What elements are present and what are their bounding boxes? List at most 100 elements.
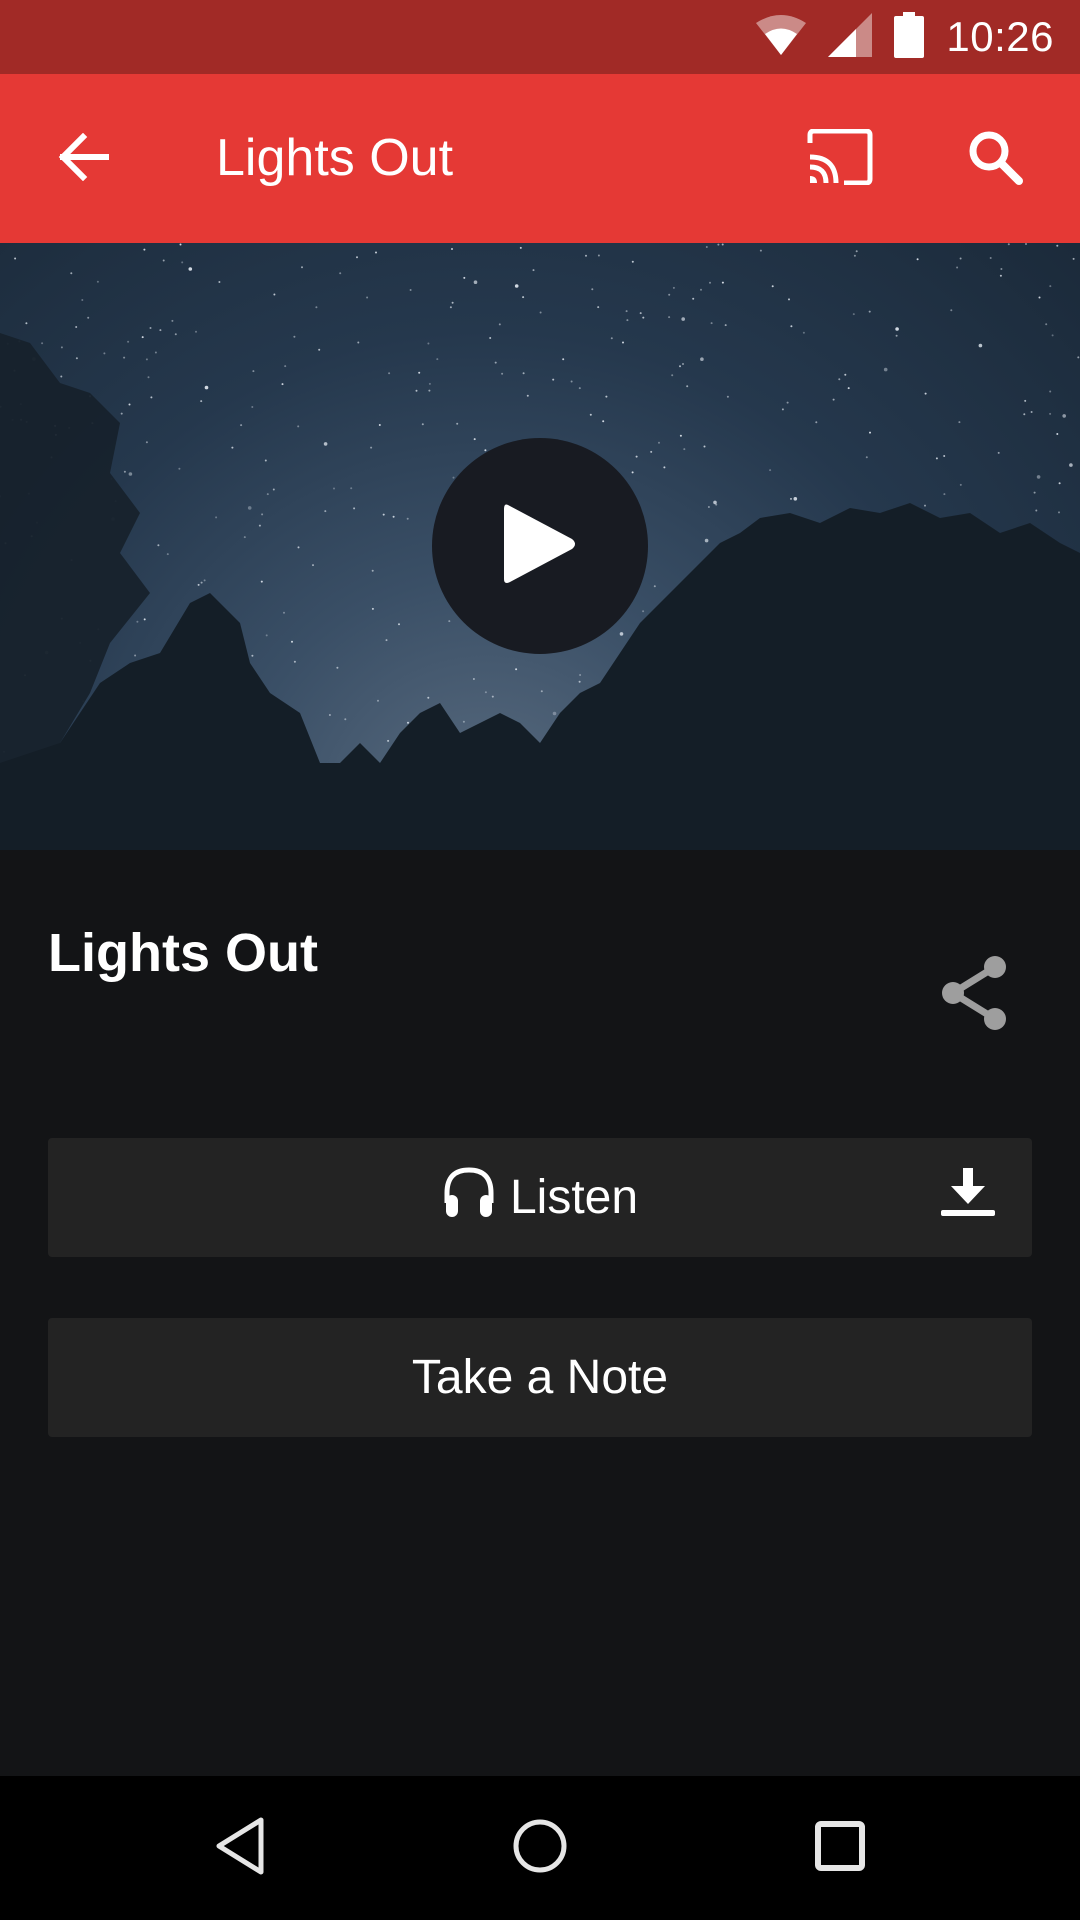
star: [247, 506, 252, 510]
star: [323, 442, 328, 446]
star: [339, 272, 342, 275]
star: [291, 640, 293, 643]
star: [154, 351, 157, 354]
star: [284, 365, 287, 368]
star: [869, 431, 871, 434]
star: [456, 422, 459, 425]
star: [123, 356, 126, 359]
star: [1058, 511, 1060, 514]
star: [451, 301, 454, 304]
star: [87, 316, 90, 319]
star: [171, 319, 174, 322]
star: [815, 421, 818, 424]
star: [312, 564, 314, 567]
star: [204, 385, 209, 390]
star: [1049, 285, 1052, 288]
star: [1049, 412, 1052, 415]
star: [682, 363, 684, 365]
star: [392, 515, 395, 518]
status-time: 10:26: [946, 13, 1054, 60]
nav-home-icon: [512, 1818, 568, 1879]
star: [123, 470, 126, 473]
star: [562, 358, 565, 361]
star: [956, 266, 959, 269]
star: [781, 408, 784, 411]
star: [653, 585, 656, 588]
star: [790, 325, 793, 328]
star: [943, 493, 946, 496]
star: [943, 455, 946, 457]
star: [301, 266, 303, 269]
cast-icon: [806, 128, 874, 190]
share-button[interactable]: [935, 950, 1015, 1040]
star: [959, 483, 962, 486]
star: [610, 337, 613, 340]
download-button[interactable]: [938, 1168, 998, 1228]
star: [619, 632, 624, 636]
star: [522, 296, 525, 299]
star: [463, 276, 466, 279]
star: [157, 544, 160, 547]
star: [484, 691, 487, 694]
star: [344, 718, 347, 721]
star: [924, 392, 927, 395]
star: [328, 714, 331, 716]
star: [218, 281, 221, 283]
star: [707, 506, 710, 508]
star: [895, 327, 899, 331]
star: [1000, 268, 1003, 270]
star: [436, 358, 439, 361]
star: [790, 497, 792, 500]
star: [924, 504, 926, 507]
star: [1024, 399, 1027, 402]
episode-artwork: [0, 243, 1080, 850]
star: [578, 680, 581, 683]
nav-home-button[interactable]: [485, 1812, 595, 1884]
nav-recents-button[interactable]: [785, 1812, 895, 1884]
listen-button[interactable]: Listen: [48, 1138, 1032, 1257]
episode-title: Lights Out: [48, 923, 318, 983]
app-bar-title: Lights Out: [216, 129, 454, 187]
star: [178, 467, 181, 470]
star: [1033, 491, 1036, 494]
back-button[interactable]: [50, 126, 116, 192]
star: [585, 254, 587, 257]
star: [336, 666, 339, 669]
star: [686, 385, 689, 388]
star: [398, 623, 400, 626]
cast-button[interactable]: [800, 124, 880, 194]
star: [703, 445, 706, 448]
take-note-label: Take a Note: [411, 1351, 669, 1404]
star: [721, 281, 724, 284]
star: [162, 259, 165, 262]
play-button[interactable]: [432, 438, 648, 654]
nav-back-button[interactable]: [185, 1812, 295, 1884]
star: [297, 546, 300, 549]
star: [174, 333, 177, 336]
star: [195, 330, 197, 333]
star: [462, 720, 465, 723]
star: [626, 319, 629, 322]
star: [959, 257, 962, 260]
star: [895, 334, 898, 337]
star: [1035, 509, 1038, 512]
take-note-button[interactable]: Take a Note: [48, 1318, 1032, 1437]
star: [681, 317, 685, 321]
star: [526, 394, 529, 397]
star: [200, 581, 203, 584]
system-nav-bar: [0, 1776, 1080, 1920]
star: [370, 446, 373, 449]
star: [498, 323, 501, 326]
search-button[interactable]: [958, 124, 1032, 194]
star: [251, 406, 254, 408]
star: [717, 243, 720, 246]
star: [642, 316, 645, 319]
star: [350, 487, 353, 490]
star: [838, 378, 841, 381]
star: [683, 448, 686, 451]
star: [120, 412, 123, 415]
star: [570, 380, 573, 383]
star: [378, 424, 381, 426]
star: [522, 372, 525, 375]
star: [353, 507, 356, 510]
